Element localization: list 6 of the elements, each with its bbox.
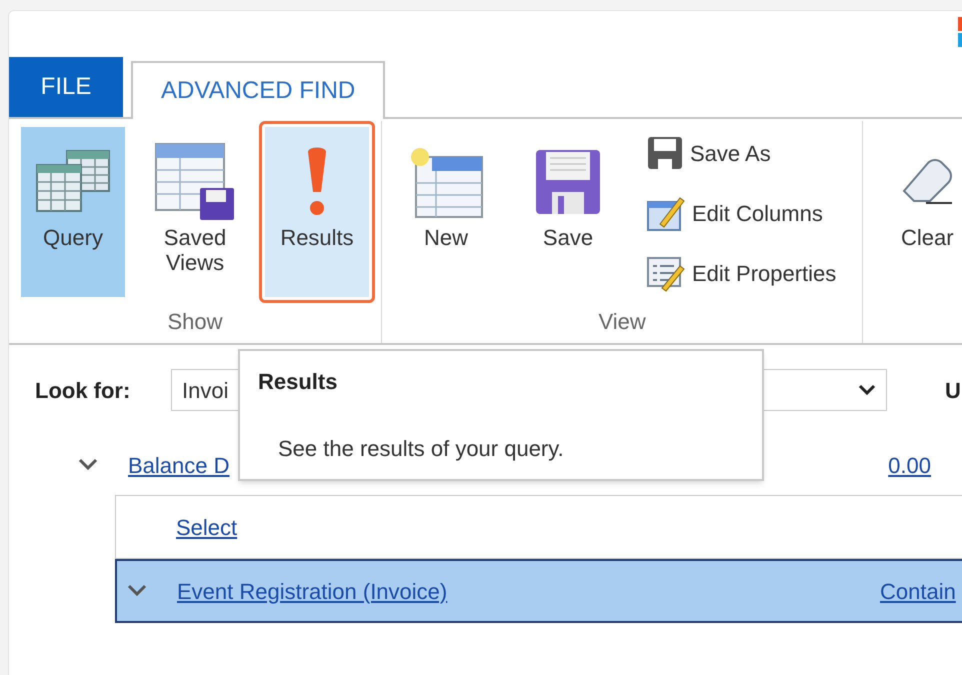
look-for-label: Look for: — [35, 376, 132, 404]
tooltip-title: Results — [258, 368, 338, 396]
tooltip-text: See the results of your query. — [278, 435, 565, 463]
field-label: U — [945, 376, 961, 404]
group-label: Show — [167, 308, 223, 336]
group-label: View — [598, 308, 646, 336]
